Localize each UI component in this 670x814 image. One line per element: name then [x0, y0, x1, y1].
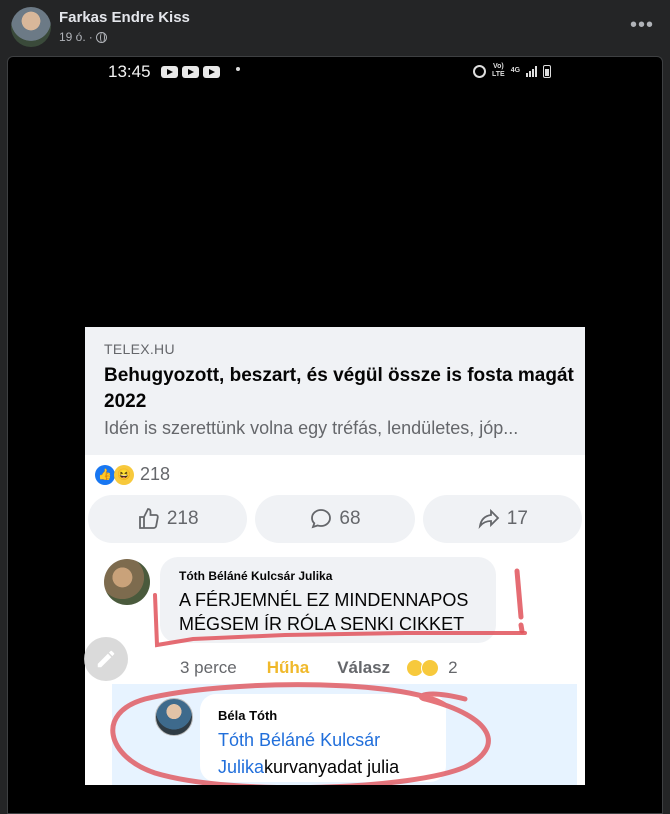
- comment-icon: [311, 509, 332, 529]
- reply-body: kurvanyadat julia: [264, 757, 400, 777]
- red-exclamation-mark: [514, 568, 525, 634]
- more-notifications-dot-icon: [236, 67, 240, 71]
- edit-button: [84, 637, 128, 681]
- comment-reaction-label: Hűha: [266, 658, 310, 677]
- author-name[interactable]: Farkas Endre Kiss: [59, 9, 190, 26]
- reply-avatar: [155, 698, 193, 736]
- post-meta: 19 ó. ·: [59, 30, 107, 44]
- comment-meta: 3 perce Hűha Válasz 2: [180, 658, 458, 678]
- link-domain: TELEX.HU: [104, 341, 175, 357]
- comment-time: 3 perce: [180, 658, 237, 677]
- battery-icon: [543, 64, 552, 78]
- commenter-avatar: [104, 559, 150, 605]
- globe-icon: [95, 31, 107, 43]
- post-time[interactable]: 19 ó.: [59, 30, 86, 44]
- share-action: 17: [422, 495, 582, 543]
- like-icon: 👍: [95, 464, 115, 485]
- meta-separator: ·: [88, 30, 93, 44]
- more-options-button[interactable]: •••: [626, 12, 658, 44]
- comment-reaction-count: 2: [448, 658, 458, 677]
- network-type-indicator: 4G: [510, 67, 521, 74]
- thumbs-up-icon: [138, 508, 159, 529]
- commenter-name: Tóth Béláné Kulcsár Julika: [179, 569, 333, 583]
- reaction-summary: 👍 😆 218: [95, 464, 170, 485]
- youtube-icon: [203, 66, 220, 78]
- share-icon: [478, 508, 500, 530]
- comment-text: A FÉRJEMNÉL EZ MINDENNAPOS MÉGSEM ÍR RÓL…: [179, 590, 469, 634]
- link-preview: TELEX.HU Behugyozott, beszart, és végül …: [85, 327, 585, 455]
- haha-icon: 😆: [114, 464, 134, 485]
- post-photo[interactable]: 13:45 Vo) LTE 4G TELEX.HU Behugyozott, b…: [7, 56, 663, 814]
- notification-icons: [161, 66, 220, 78]
- alarm-icon: [473, 64, 486, 78]
- link-title: Behugyozott, beszart, és végül össze is …: [104, 365, 574, 412]
- link-description: Idén is szerettünk volna egy tréfás, len…: [104, 418, 519, 438]
- like-action: 218: [88, 495, 248, 543]
- pencil-icon: [97, 650, 115, 668]
- volte-indicator: Vo) LTE: [492, 63, 505, 78]
- screenshot-card: TELEX.HU Behugyozott, beszart, és végül …: [85, 327, 585, 785]
- comment-count: 68: [339, 508, 361, 529]
- author-avatar[interactable]: [11, 7, 51, 47]
- youtube-icon: [182, 66, 199, 78]
- comment-action: 68: [255, 495, 415, 543]
- reply-author: Béla Tóth: [218, 708, 278, 723]
- status-icons: Vo) LTE 4G: [473, 63, 552, 79]
- reaction-count: 218: [140, 464, 171, 484]
- action-bar: 218 68 17: [88, 495, 582, 543]
- like-count: 218: [166, 508, 199, 529]
- youtube-icon: [161, 66, 178, 78]
- comment-reply-label: Válasz: [337, 658, 391, 677]
- signal-icon: [526, 65, 538, 77]
- reply-text: Tóth Béláné Kulcsár Julikakurvanyadat ju…: [218, 727, 438, 781]
- phone-status-bar: 13:45 Vo) LTE 4G: [8, 57, 662, 87]
- haha-icon: [421, 659, 440, 677]
- status-time: 13:45: [108, 62, 151, 81]
- post-header: Farkas Endre Kiss 19 ó. · •••: [0, 0, 670, 56]
- share-count: 17: [506, 508, 528, 529]
